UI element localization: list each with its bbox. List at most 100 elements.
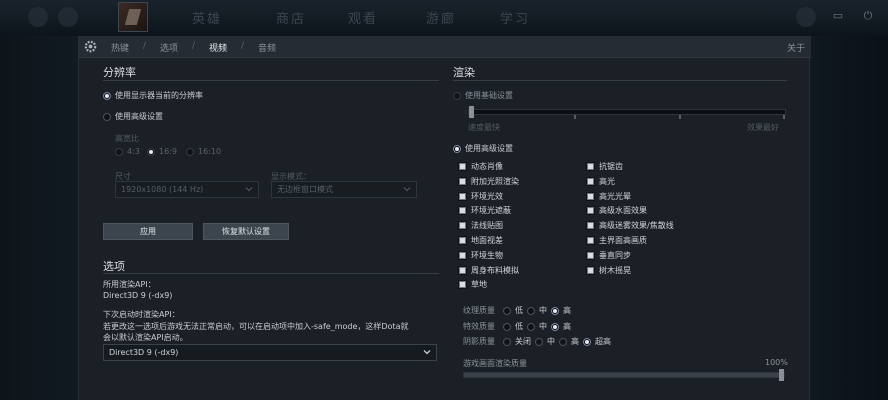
resolution-size-select[interactable]: 1920x1080 (144 Hz)	[115, 181, 259, 198]
apply-button[interactable]: 应用	[103, 223, 193, 240]
radio-aspect-16-10[interactable]: 16:10	[186, 147, 221, 156]
dota-logo-button[interactable]	[118, 2, 148, 32]
radio-shadow-ultra[interactable]	[583, 337, 591, 346]
checkbox[interactable]	[587, 192, 594, 200]
option-label: 低	[515, 306, 523, 315]
checkbox-row[interactable]: 环境生物	[459, 250, 503, 261]
checkbox[interactable]	[459, 251, 466, 259]
radio-aspect-16-9[interactable]: 16:9	[147, 147, 177, 156]
safe-mode-warning: 若更改这一选项后游戏无法正常启动，可以在启动项中加入-safe_mode，这样D…	[103, 322, 409, 331]
tab-audio[interactable]: 音频	[258, 41, 276, 54]
aspect-ratio-label: 高宽比	[115, 134, 139, 143]
background-left	[0, 36, 78, 400]
basic-quality-slider[interactable]	[468, 106, 786, 119]
checkbox-row[interactable]: 法线贴图	[459, 220, 503, 231]
render-quality-slider[interactable]	[463, 369, 785, 381]
slider-thumb[interactable]	[779, 369, 784, 381]
reset-defaults-button[interactable]: 恢复默认设置	[203, 223, 289, 240]
radio-use-advanced-resolution[interactable]: 使用高级设置	[103, 111, 163, 122]
divider	[103, 80, 439, 81]
radio-dot	[186, 147, 194, 156]
checkbox[interactable]	[587, 251, 594, 259]
nav-arcade[interactable]: 游廊	[426, 8, 456, 27]
checkbox-row[interactable]: 高级迷雾效果/焦散线	[587, 220, 674, 231]
shadow-quality-row: 阴影质量 关闭 中 高 超高	[463, 336, 611, 347]
background-right	[810, 36, 888, 400]
radio-texture-high[interactable]	[551, 306, 559, 315]
safe-mode-warning-cont: 会以默认渲染API启动。	[103, 333, 188, 342]
checkbox-row[interactable]: 抗锯齿	[587, 161, 623, 172]
radio-use-current-resolution[interactable]: 使用显示器当前的分辨率	[103, 90, 203, 101]
checkbox-row[interactable]: 草地	[459, 279, 487, 290]
checkbox-row[interactable]: 高级水面效果	[587, 205, 647, 216]
checkbox[interactable]	[459, 192, 466, 200]
tab-video[interactable]: 视频	[209, 41, 227, 54]
radio-shadow-high[interactable]	[559, 337, 567, 346]
render-api-select[interactable]: Direct3D 9 (-dx9)	[103, 344, 437, 361]
about-button[interactable]: 关于	[787, 41, 805, 54]
friends-icon[interactable]	[796, 7, 816, 27]
radio-shadow-mid[interactable]	[535, 337, 543, 346]
checkbox[interactable]	[587, 266, 594, 274]
checkbox-row[interactable]: 环境光遮蔽	[459, 205, 511, 216]
checkbox-row[interactable]: 高光	[587, 176, 615, 187]
checkbox-row[interactable]: 树木摇晃	[587, 265, 631, 276]
checkbox[interactable]	[587, 237, 594, 244]
checkbox[interactable]	[587, 222, 594, 230]
select-value: 1920x1080 (144 Hz)	[121, 185, 204, 194]
radio-texture-low[interactable]	[503, 306, 511, 315]
checkbox[interactable]	[587, 177, 594, 185]
checkbox-row[interactable]: 高光光晕	[587, 191, 631, 202]
back-icon[interactable]	[58, 7, 78, 27]
nav-watch[interactable]: 观看	[348, 8, 378, 27]
radio-dot	[103, 91, 111, 100]
checkbox[interactable]	[587, 163, 594, 170]
checkbox[interactable]	[459, 163, 466, 170]
checkbox-label: 高级迷雾效果/焦散线	[599, 221, 674, 231]
checkbox[interactable]	[459, 281, 466, 289]
checkbox[interactable]	[459, 266, 466, 274]
slider-tick	[679, 115, 681, 119]
slider-fill	[464, 373, 784, 377]
select-value: Direct3D 9 (-dx9)	[109, 348, 179, 357]
minimize-icon[interactable]: ▭	[830, 8, 846, 24]
checkbox-label: 高级水面效果	[599, 206, 647, 216]
radio-shadow-off[interactable]	[503, 337, 511, 346]
radio-texture-mid[interactable]	[527, 306, 535, 315]
radio-aspect-4-3[interactable]: 4:3	[115, 147, 140, 156]
settings-icon[interactable]	[28, 7, 48, 27]
checkbox[interactable]	[459, 222, 466, 230]
checkbox-row[interactable]: 环境光效	[459, 191, 503, 202]
nav-learn[interactable]: 学习	[500, 8, 530, 27]
checkbox[interactable]	[459, 177, 466, 185]
radio-effects-high[interactable]	[551, 322, 559, 331]
nav-heroes[interactable]: 英雄	[192, 8, 222, 27]
checkbox-label: 抗锯齿	[599, 162, 623, 171]
radio-effects-low[interactable]	[503, 322, 511, 331]
checkbox[interactable]	[459, 207, 466, 215]
display-mode-select[interactable]: 无边框窗口模式	[271, 181, 417, 198]
tab-options[interactable]: 选项	[160, 41, 178, 54]
slider-thumb[interactable]	[469, 106, 474, 118]
checkbox-row[interactable]: 动态肖像	[459, 161, 503, 172]
radio-use-basic-settings[interactable]: 使用基础设置	[453, 90, 513, 101]
checkbox[interactable]	[459, 237, 466, 244]
checkbox-row[interactable]: 主界面高画质	[587, 235, 647, 246]
checkbox-row[interactable]: 周身布料模拟	[459, 265, 519, 276]
slider-tick	[574, 115, 576, 119]
radio-label: 16:9	[159, 147, 177, 156]
checkbox-label: 环境生物	[471, 250, 503, 260]
tab-separator: /	[143, 41, 147, 51]
tab-hotkeys[interactable]: 热键	[111, 41, 129, 54]
option-label: 高	[563, 306, 571, 315]
radio-label: 4:3	[127, 147, 140, 156]
radio-effects-mid[interactable]	[527, 322, 535, 331]
power-icon[interactable]: ⏻	[860, 8, 876, 24]
radio-use-advanced-render[interactable]: 使用高级设置	[453, 143, 513, 154]
chevron-down-icon	[403, 187, 411, 192]
nav-store[interactable]: 商店	[276, 8, 306, 27]
checkbox-row[interactable]: 附加光照渲染	[459, 176, 519, 187]
checkbox-row[interactable]: 地面视差	[459, 235, 503, 246]
checkbox-row[interactable]: 垂直同步	[587, 250, 631, 261]
checkbox[interactable]	[587, 207, 594, 215]
